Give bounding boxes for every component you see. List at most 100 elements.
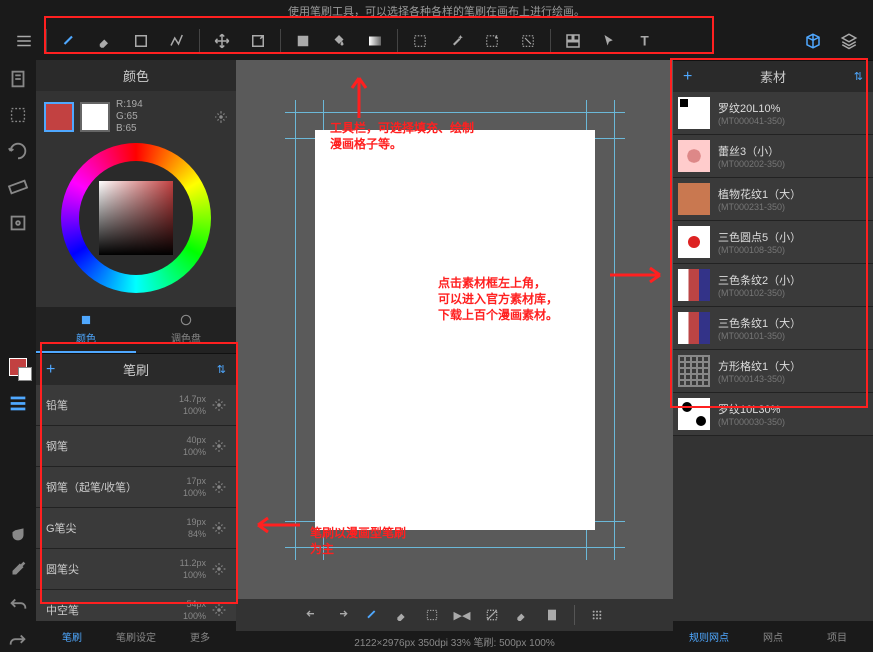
brush-meta: 17px100% — [183, 475, 206, 499]
gradient-tool-icon[interactable] — [359, 25, 391, 57]
material-item[interactable]: 蕾丝3（小）(MT000202-350) — [673, 135, 873, 178]
brush-item[interactable]: 圆笔尖11.2px100% — [36, 549, 236, 590]
material-item[interactable]: 三色条纹2（小）(MT000102-350) — [673, 264, 873, 307]
material-name: 罗纹10L30% — [718, 401, 868, 417]
gear-icon[interactable] — [212, 439, 226, 453]
brush-item[interactable]: G笔尖19px84% — [36, 508, 236, 549]
marquee-icon[interactable] — [7, 104, 29, 126]
project-tab[interactable]: 项目 — [805, 625, 869, 648]
grid-tab[interactable]: 规则网点 — [677, 625, 741, 648]
select-rect-icon[interactable] — [404, 25, 436, 57]
material-thumbnail — [678, 269, 710, 301]
shape-tool-icon[interactable] — [125, 25, 157, 57]
canvas-page[interactable] — [315, 130, 595, 530]
material-thumbnail — [678, 355, 710, 387]
cv-paste-icon[interactable] — [544, 607, 560, 623]
add-material-icon[interactable]: + — [683, 68, 692, 86]
material-sort-icon[interactable]: ⇅ — [854, 70, 863, 83]
add-brush-icon[interactable]: + — [46, 361, 55, 379]
lasso-tool-icon[interactable] — [512, 25, 544, 57]
transform-tool-icon[interactable] — [242, 25, 274, 57]
material-item[interactable]: 植物花纹1（大）(MT000231-350) — [673, 178, 873, 221]
color-tab[interactable]: 颜色 — [36, 307, 136, 353]
left-tool-rail — [0, 60, 36, 652]
wand-tool-icon[interactable] — [440, 25, 472, 57]
material-thumbnail — [678, 97, 710, 129]
layers-icon[interactable] — [833, 25, 865, 57]
secondary-swatch[interactable] — [80, 102, 110, 132]
redo-icon[interactable] — [7, 630, 29, 652]
brush-bottom-tab[interactable]: 笔刷 — [40, 625, 104, 648]
material-name: 植物花纹1（大） — [718, 186, 868, 202]
color-swap-icon[interactable] — [7, 356, 29, 378]
brush-item[interactable]: 铅笔14.7px100% — [36, 385, 236, 426]
list-icon[interactable] — [7, 392, 29, 414]
cv-deselect-icon[interactable] — [484, 607, 500, 623]
brush-item[interactable]: 钢笔（起笔/收笔） 17px100% — [36, 467, 236, 508]
brush-tool-icon[interactable] — [53, 25, 85, 57]
cv-grid-icon[interactable] — [589, 607, 605, 623]
cv-select-icon[interactable] — [424, 607, 440, 623]
material-id: (MT000101-350) — [718, 331, 868, 341]
canvas-bottom-toolbar: ▶◀ — [236, 599, 673, 631]
brush-item[interactable]: 钢笔40px100% — [36, 426, 236, 467]
annotation-toolbar: 工具栏，可选择填充、绘制 漫画格子等。 — [330, 120, 474, 152]
dots-tab[interactable]: 网点 — [741, 625, 805, 648]
color-settings-icon[interactable] — [214, 110, 228, 124]
material-item[interactable]: 方形格纹1（大）(MT000143-350) — [673, 350, 873, 393]
brush-name: 圆笔尖 — [46, 561, 79, 577]
material-thumbnail — [678, 140, 710, 172]
material-thumbnail — [678, 226, 710, 258]
text-tool-icon[interactable]: T — [629, 25, 661, 57]
hand-icon[interactable] — [7, 522, 29, 544]
brush-panel-title: 笔刷 — [123, 360, 149, 379]
material-name: 罗纹20L10% — [718, 100, 868, 116]
gear-icon[interactable] — [212, 480, 226, 494]
magic-select-icon[interactable] — [476, 25, 508, 57]
material-item[interactable]: 三色条纹1（大）(MT000101-350) — [673, 307, 873, 350]
cv-redo-icon[interactable] — [334, 607, 350, 623]
gear-icon[interactable] — [212, 521, 226, 535]
ruler-icon[interactable] — [7, 176, 29, 198]
material-item[interactable]: 罗纹10L30%(MT000030-350) — [673, 393, 873, 436]
gear-icon[interactable] — [212, 603, 226, 617]
brush-name: 钢笔（起笔/收笔） — [46, 479, 137, 495]
cv-brush-icon[interactable] — [364, 607, 380, 623]
cv-play-icon[interactable]: ▶◀ — [454, 609, 471, 622]
palette-tab[interactable]: 调色盘 — [136, 307, 236, 353]
more-tab[interactable]: 更多 — [168, 625, 232, 648]
material-item[interactable]: 罗纹20L10%(MT000041-350) — [673, 92, 873, 135]
bucket-tool-icon[interactable] — [323, 25, 355, 57]
primary-swatch[interactable] — [44, 102, 74, 132]
reference-icon[interactable] — [7, 212, 29, 234]
cursor-tool-icon[interactable] — [593, 25, 625, 57]
panel-tool-icon[interactable] — [557, 25, 589, 57]
eraser-tool-icon[interactable] — [89, 25, 121, 57]
brush-settings-tab[interactable]: 笔刷设定 — [104, 625, 168, 648]
material-id: (MT000030-350) — [718, 417, 868, 427]
color-wheel[interactable] — [61, 143, 211, 293]
right-panel: + 素材 ⇅ 罗纹20L10%(MT000041-350)蕾丝3（小）(MT00… — [673, 60, 873, 652]
left-panel: 颜色 R:194 G:65 B:65 颜色 调色盘 + 笔刷 — [36, 60, 236, 652]
3d-icon[interactable] — [797, 25, 829, 57]
material-item[interactable]: 三色圆点5（小）(MT000108-350) — [673, 221, 873, 264]
eyedropper-icon[interactable] — [7, 558, 29, 580]
sort-icon[interactable]: ⇅ — [217, 363, 226, 376]
cv-clear-icon[interactable] — [514, 607, 530, 623]
menu-icon[interactable] — [8, 25, 40, 57]
rgb-display: R:194 G:65 B:65 — [116, 99, 143, 135]
annotation-brush: 笔刷以漫画型笔刷 为主 — [310, 525, 406, 557]
material-id: (MT000041-350) — [718, 116, 868, 126]
doc-icon[interactable] — [7, 68, 29, 90]
cv-erase-icon[interactable] — [394, 607, 410, 623]
undo-icon[interactable] — [7, 594, 29, 616]
gear-icon[interactable] — [212, 562, 226, 576]
gear-icon[interactable] — [212, 398, 226, 412]
move-tool-icon[interactable] — [206, 25, 238, 57]
path-tool-icon[interactable] — [161, 25, 193, 57]
brush-item[interactable]: 中空笔54px100% — [36, 590, 236, 621]
rotate-icon[interactable] — [7, 140, 29, 162]
material-id: (MT000108-350) — [718, 245, 868, 255]
fill-tool-icon[interactable] — [287, 25, 319, 57]
cv-undo-icon[interactable] — [304, 607, 320, 623]
